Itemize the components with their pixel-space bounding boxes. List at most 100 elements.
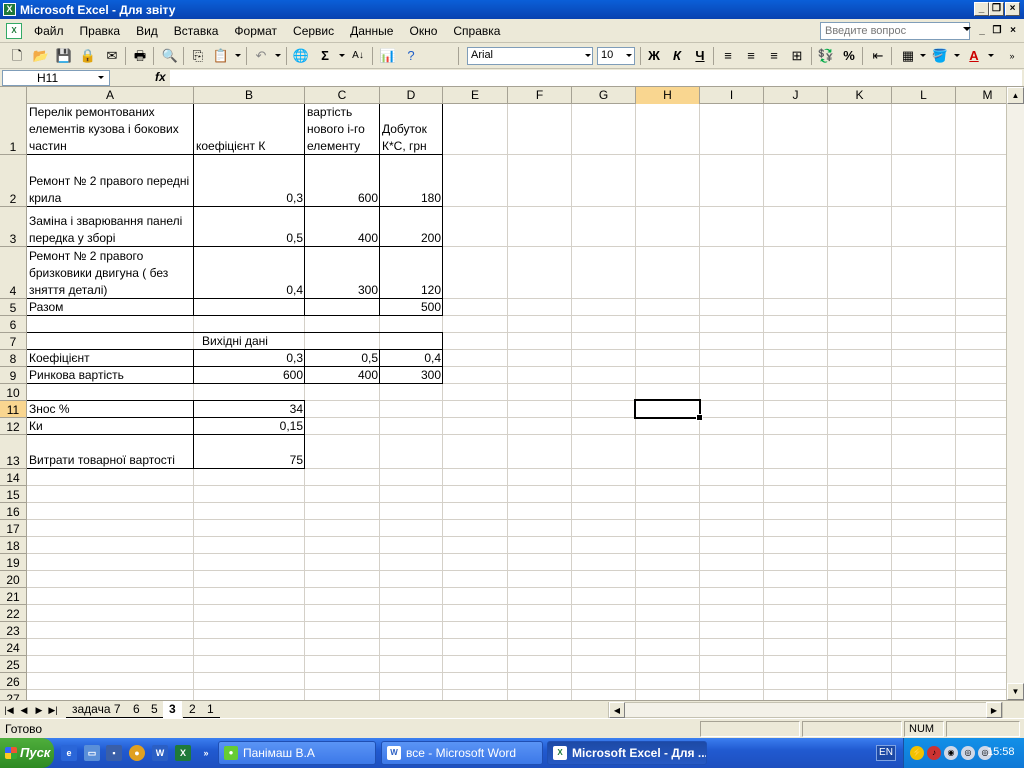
percent-style-button[interactable]: % bbox=[840, 47, 858, 65]
scroll-left-icon[interactable]: ◀ bbox=[609, 702, 625, 718]
scroll-down-icon[interactable]: ▼ bbox=[1007, 683, 1024, 700]
help-icon[interactable]: ? bbox=[402, 47, 420, 65]
row-header-14[interactable]: 14 bbox=[0, 469, 27, 486]
currency-icon[interactable]: 💱 bbox=[817, 47, 835, 65]
row-header-19[interactable]: 19 bbox=[0, 554, 27, 571]
sheet-tab-5[interactable]: 5 bbox=[145, 701, 164, 718]
cell-a12[interactable]: Ки bbox=[27, 418, 194, 435]
first-sheet-icon[interactable]: |◀ bbox=[3, 703, 15, 717]
word-icon[interactable]: W bbox=[152, 745, 168, 761]
workbook-restore-button[interactable]: ❐ bbox=[990, 24, 1004, 38]
row-header-2[interactable]: 2 bbox=[0, 155, 27, 207]
permission-icon[interactable]: 🔒 bbox=[79, 47, 97, 65]
title-bar[interactable]: X Microsoft Excel - Для звіту _ ❐ × bbox=[0, 0, 1024, 19]
font-name-select[interactable]: Arial bbox=[467, 47, 593, 65]
internet-explorer-icon[interactable]: e bbox=[61, 745, 77, 761]
next-sheet-icon[interactable]: ▶ bbox=[33, 703, 45, 717]
cell-d1[interactable]: Добуток К*С, грн bbox=[380, 104, 443, 155]
active-cell-selection[interactable] bbox=[634, 399, 703, 421]
row-header-26[interactable]: 26 bbox=[0, 673, 27, 690]
borders-icon[interactable]: ▦ bbox=[899, 47, 917, 65]
row-header-6[interactable]: 6 bbox=[0, 316, 27, 333]
cell-a5[interactable]: Разом bbox=[27, 299, 194, 316]
column-header-b[interactable]: B bbox=[194, 87, 305, 104]
power-icon[interactable]: ⚡ bbox=[910, 746, 924, 760]
menu-tools[interactable]: Сервис bbox=[285, 24, 342, 38]
prev-sheet-icon[interactable]: ◀ bbox=[18, 703, 30, 717]
language-indicator[interactable]: EN bbox=[876, 745, 896, 761]
cell-b13[interactable]: 75 bbox=[194, 435, 305, 469]
workbook-minimize-button[interactable]: _ bbox=[975, 24, 989, 38]
column-header-g[interactable]: G bbox=[572, 87, 636, 104]
select-all-button[interactable] bbox=[0, 87, 27, 104]
cell-d9[interactable]: 300 bbox=[380, 367, 443, 384]
workbook-close-button[interactable]: × bbox=[1006, 24, 1020, 38]
sheet-tab-3[interactable]: 3 bbox=[163, 701, 182, 718]
tray-app-icon[interactable]: ◎ bbox=[961, 746, 975, 760]
chevron-down-icon[interactable] bbox=[954, 54, 960, 57]
sort-ascending-icon[interactable]: A↓ bbox=[349, 47, 367, 65]
cell-b2[interactable]: 0,3 bbox=[194, 155, 305, 207]
taskbar-button-word[interactable]: W все - Microsoft Word bbox=[381, 741, 543, 765]
cell-c3[interactable]: 400 bbox=[305, 207, 380, 247]
row-header-13[interactable]: 13 bbox=[0, 435, 27, 469]
cell-d4[interactable]: 120 bbox=[380, 247, 443, 299]
workbook-icon[interactable]: X bbox=[6, 23, 22, 39]
name-box[interactable]: H11 bbox=[2, 70, 110, 86]
cell-b11[interactable]: 34 bbox=[194, 401, 305, 418]
menu-edit[interactable]: Правка bbox=[72, 24, 129, 38]
formula-input[interactable] bbox=[170, 70, 1022, 86]
cell-d5[interactable]: 500 bbox=[380, 299, 443, 316]
network-icon[interactable]: ◉ bbox=[944, 746, 958, 760]
column-header-j[interactable]: J bbox=[764, 87, 828, 104]
cell-a9[interactable]: Ринкова вартість bbox=[27, 367, 194, 384]
cell-b9[interactable]: 600 bbox=[194, 367, 305, 384]
merge-center-icon[interactable]: ⊞ bbox=[788, 47, 806, 65]
cell-b1[interactable]: коефіцієнт К bbox=[194, 104, 305, 155]
close-button[interactable]: × bbox=[1005, 2, 1020, 16]
cell-a1[interactable]: Перелік ремонтованих елементів кузова і … bbox=[27, 104, 194, 155]
excel-icon[interactable]: X bbox=[175, 745, 191, 761]
cell-d2[interactable]: 180 bbox=[380, 155, 443, 207]
row-header-4[interactable]: 4 bbox=[0, 247, 27, 299]
copy-icon[interactable]: ⎘ bbox=[189, 47, 207, 65]
chevron-down-icon[interactable] bbox=[626, 54, 632, 57]
decrease-indent-icon[interactable]: ⇤ bbox=[869, 47, 887, 65]
spreadsheet-grid[interactable]: ABCDEFGHIJKLM 1 2 3 4 5 6 7 8 9 10 11 12 13 14 15 16 17 1… bbox=[0, 87, 1006, 700]
column-header-k[interactable]: K bbox=[828, 87, 892, 104]
column-header-m[interactable]: M bbox=[956, 87, 1006, 104]
spelling-icon[interactable]: 🔍 bbox=[161, 47, 179, 65]
insert-function-icon[interactable]: fx bbox=[155, 70, 166, 84]
row-header-10[interactable]: 10 bbox=[0, 384, 27, 401]
row-header-18[interactable]: 18 bbox=[0, 537, 27, 554]
sheet-tab-6[interactable]: 6 bbox=[127, 701, 146, 718]
font-color-icon[interactable]: A bbox=[965, 47, 983, 65]
column-header-f[interactable]: F bbox=[508, 87, 572, 104]
cell-d3[interactable]: 200 bbox=[380, 207, 443, 247]
row-header-17[interactable]: 17 bbox=[0, 520, 27, 537]
menu-file[interactable]: Файл bbox=[26, 24, 72, 38]
hyperlink-icon[interactable]: 🌐 bbox=[292, 47, 310, 65]
fill-color-icon[interactable]: 🪣 bbox=[931, 47, 949, 65]
cell-a8[interactable]: Коефіцієнт bbox=[27, 350, 194, 367]
menu-view[interactable]: Вид bbox=[128, 24, 166, 38]
row-header-12[interactable]: 12 bbox=[0, 418, 27, 435]
sheet-tab-2[interactable]: 2 bbox=[183, 701, 202, 718]
column-header-l[interactable]: L bbox=[892, 87, 956, 104]
cell-b12[interactable]: 0,15 bbox=[194, 418, 305, 435]
row-header-1[interactable]: 1 bbox=[0, 104, 27, 155]
toolbar-options-icon[interactable]: » bbox=[1003, 47, 1021, 65]
more-quicklaunch-icon[interactable]: » bbox=[198, 745, 214, 761]
column-header-h[interactable]: H bbox=[636, 87, 700, 104]
column-header-e[interactable]: E bbox=[443, 87, 508, 104]
cell-c8[interactable]: 0,5 bbox=[305, 350, 380, 367]
undo-icon[interactable]: ↶ bbox=[252, 47, 270, 65]
cell-a13[interactable]: Витрати товарної вартості bbox=[27, 435, 194, 469]
row-header-8[interactable]: 8 bbox=[0, 350, 27, 367]
align-center-icon[interactable]: ≡ bbox=[742, 47, 760, 65]
column-header-d[interactable]: D bbox=[380, 87, 443, 104]
email-icon[interactable]: ✉ bbox=[103, 47, 121, 65]
paste-icon[interactable]: 📋 bbox=[212, 47, 230, 65]
cell-b4[interactable]: 0,4 bbox=[194, 247, 305, 299]
scroll-right-icon[interactable]: ▶ bbox=[986, 702, 1002, 718]
